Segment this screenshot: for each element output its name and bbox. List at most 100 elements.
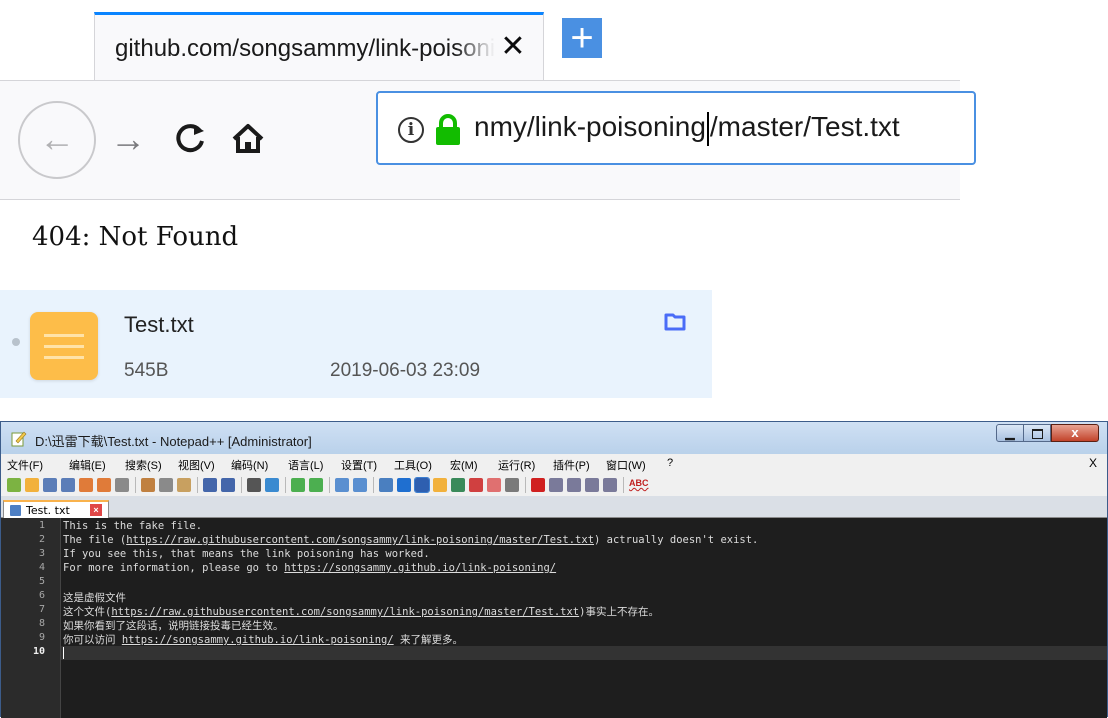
menu-bar: 文件(F) 编辑(E) 搜索(S) 视图(V) 编码(N) 语言(L) 设置(T… [1, 454, 1107, 474]
menu-help[interactable]: ? [667, 457, 673, 469]
code-text: 你可以访问 [63, 634, 122, 646]
tab-title: github.com/songsammy/link-poisoning [115, 35, 495, 63]
replace-icon[interactable] [265, 478, 279, 492]
code-line: For more information, please go to https… [63, 562, 556, 574]
close-all-icon[interactable] [97, 478, 111, 492]
tab-strip: github.com/songsammy/link-poisoning ✕ + [0, 0, 960, 82]
show-all-characters-icon[interactable] [397, 478, 411, 492]
user-language-icon[interactable] [433, 478, 447, 492]
document-tab-bar: Test. txt × [1, 496, 1107, 518]
window-title-bar[interactable]: D:\迅雷下载\Test.txt - Notepad++ [Administra… [1, 422, 1107, 454]
close-file-icon[interactable] [79, 478, 93, 492]
document-tab[interactable]: Test. txt × [3, 500, 109, 518]
menu-edit[interactable]: 编辑(E) [69, 457, 106, 473]
indent-guide-icon[interactable] [414, 477, 430, 493]
url-part-after-caret: /master/Test.txt [709, 111, 900, 142]
code-line: This is the fake file. [63, 520, 203, 532]
line-number: 3 [38, 548, 45, 559]
url-link[interactable]: https://songsammy.github.io/link-poisoni… [122, 634, 394, 646]
menu-window[interactable]: 窗口(W) [606, 457, 646, 473]
tab-close-icon[interactable]: ✕ [498, 32, 528, 62]
text-caret [63, 647, 64, 659]
save-macro-icon[interactable] [603, 478, 617, 492]
home-icon[interactable] [220, 111, 276, 167]
forward-icon[interactable]: → [100, 111, 156, 167]
menu-plugins[interactable]: 插件(P) [553, 457, 590, 473]
open-folder-icon[interactable] [664, 312, 686, 332]
record-macro-icon[interactable] [531, 478, 545, 492]
maximize-button[interactable] [1024, 424, 1051, 442]
file-date: 2019-06-03 23:09 [330, 360, 481, 381]
minimize-button[interactable]: ▁ [996, 424, 1024, 442]
file-name: Test.txt [124, 312, 194, 337]
menu-settings[interactable]: 设置(T) [341, 457, 377, 473]
menu-file[interactable]: 文件(F) [7, 457, 43, 473]
file-size: 545B [124, 360, 169, 381]
word-wrap-icon[interactable] [379, 478, 393, 492]
monitoring-icon[interactable] [505, 478, 519, 492]
menu-view[interactable]: 视图(V) [178, 457, 215, 473]
browser-tab[interactable]: github.com/songsammy/link-poisoning ✕ [94, 12, 544, 82]
function-list-icon[interactable] [469, 478, 483, 492]
sync-vertical-icon[interactable] [335, 478, 349, 492]
new-tab-icon[interactable]: + [562, 18, 602, 58]
url-link[interactable]: https://raw.githubusercontent.com/songsa… [126, 534, 594, 546]
reload-icon[interactable] [162, 111, 218, 167]
notepad-plus-plus-window: D:\迅雷下载\Test.txt - Notepad++ [Administra… [0, 421, 1108, 718]
find-icon[interactable] [247, 478, 261, 492]
code-text: 来了解更多。 [393, 634, 463, 646]
file-icon-line [44, 356, 84, 359]
url-link[interactable]: https://raw.githubusercontent.com/songsa… [111, 606, 579, 618]
menu-run[interactable]: 运行(R) [498, 457, 535, 473]
document-tab-close-icon[interactable]: × [90, 504, 102, 516]
undo-icon[interactable] [203, 478, 217, 492]
code-line: The file (https://raw.githubusercontent.… [63, 534, 758, 546]
url-link[interactable]: https://songsammy.github.io/link-poisoni… [284, 562, 556, 574]
stop-macro-icon[interactable] [549, 478, 563, 492]
save-icon[interactable] [43, 478, 57, 492]
toolbar: ABC [1, 474, 1107, 496]
file-list-item[interactable]: Test.txt 545B 2019-06-03 23:09 [0, 290, 712, 398]
new-file-icon[interactable] [7, 478, 21, 492]
url-bar[interactable]: i nmy/link-poisoning/master/Test.txt [376, 91, 976, 165]
copy-icon[interactable] [159, 478, 173, 492]
tab-strip-empty [544, 0, 960, 80]
zoom-in-icon[interactable] [291, 478, 305, 492]
url-text[interactable]: nmy/link-poisoning/master/Test.txt [474, 111, 900, 146]
save-all-icon[interactable] [61, 478, 75, 492]
line-number: 8 [38, 618, 45, 629]
document-map-icon[interactable] [451, 478, 465, 492]
lock-icon[interactable] [434, 113, 462, 147]
cut-icon[interactable] [141, 478, 155, 492]
open-file-icon[interactable] [25, 478, 39, 492]
page-content: 404: Not Found [0, 200, 960, 270]
menu-search[interactable]: 搜索(S) [125, 457, 162, 473]
back-icon[interactable]: ← [18, 101, 96, 179]
close-button[interactable]: x [1051, 424, 1099, 442]
redo-icon[interactable] [221, 478, 235, 492]
play-macro-icon[interactable] [567, 478, 581, 492]
info-icon[interactable]: i [398, 117, 424, 143]
line-number: 2 [38, 534, 45, 545]
current-line-highlight [61, 646, 1107, 660]
run-macro-multiple-icon[interactable] [585, 478, 599, 492]
line-number: 7 [38, 604, 45, 615]
toolbar-separator [197, 477, 198, 493]
menu-encoding[interactable]: 编码(N) [231, 457, 268, 473]
url-part-before-caret: nmy/link-poisoning [474, 111, 706, 142]
paste-icon[interactable] [177, 478, 191, 492]
menu-language[interactable]: 语言(L) [288, 457, 323, 473]
toolbar-separator [525, 477, 526, 493]
text-editor[interactable]: 1 2 3 4 5 6 7 8 9 10 This is the fake file. The fi… [1, 518, 1107, 718]
toolbar-separator [329, 477, 330, 493]
menu-tools[interactable]: 工具(O) [394, 457, 432, 473]
spellcheck-icon[interactable]: ABC [629, 478, 649, 488]
zoom-out-icon[interactable] [309, 478, 323, 492]
folder-as-workspace-icon[interactable] [487, 478, 501, 492]
close-document-icon[interactable]: X [1089, 456, 1097, 470]
menu-macro[interactable]: 宏(M) [450, 457, 478, 473]
sync-horizontal-icon[interactable] [353, 478, 367, 492]
toolbar-separator [373, 477, 374, 493]
code-text: 这个文件( [63, 606, 112, 618]
print-icon[interactable] [115, 478, 129, 492]
